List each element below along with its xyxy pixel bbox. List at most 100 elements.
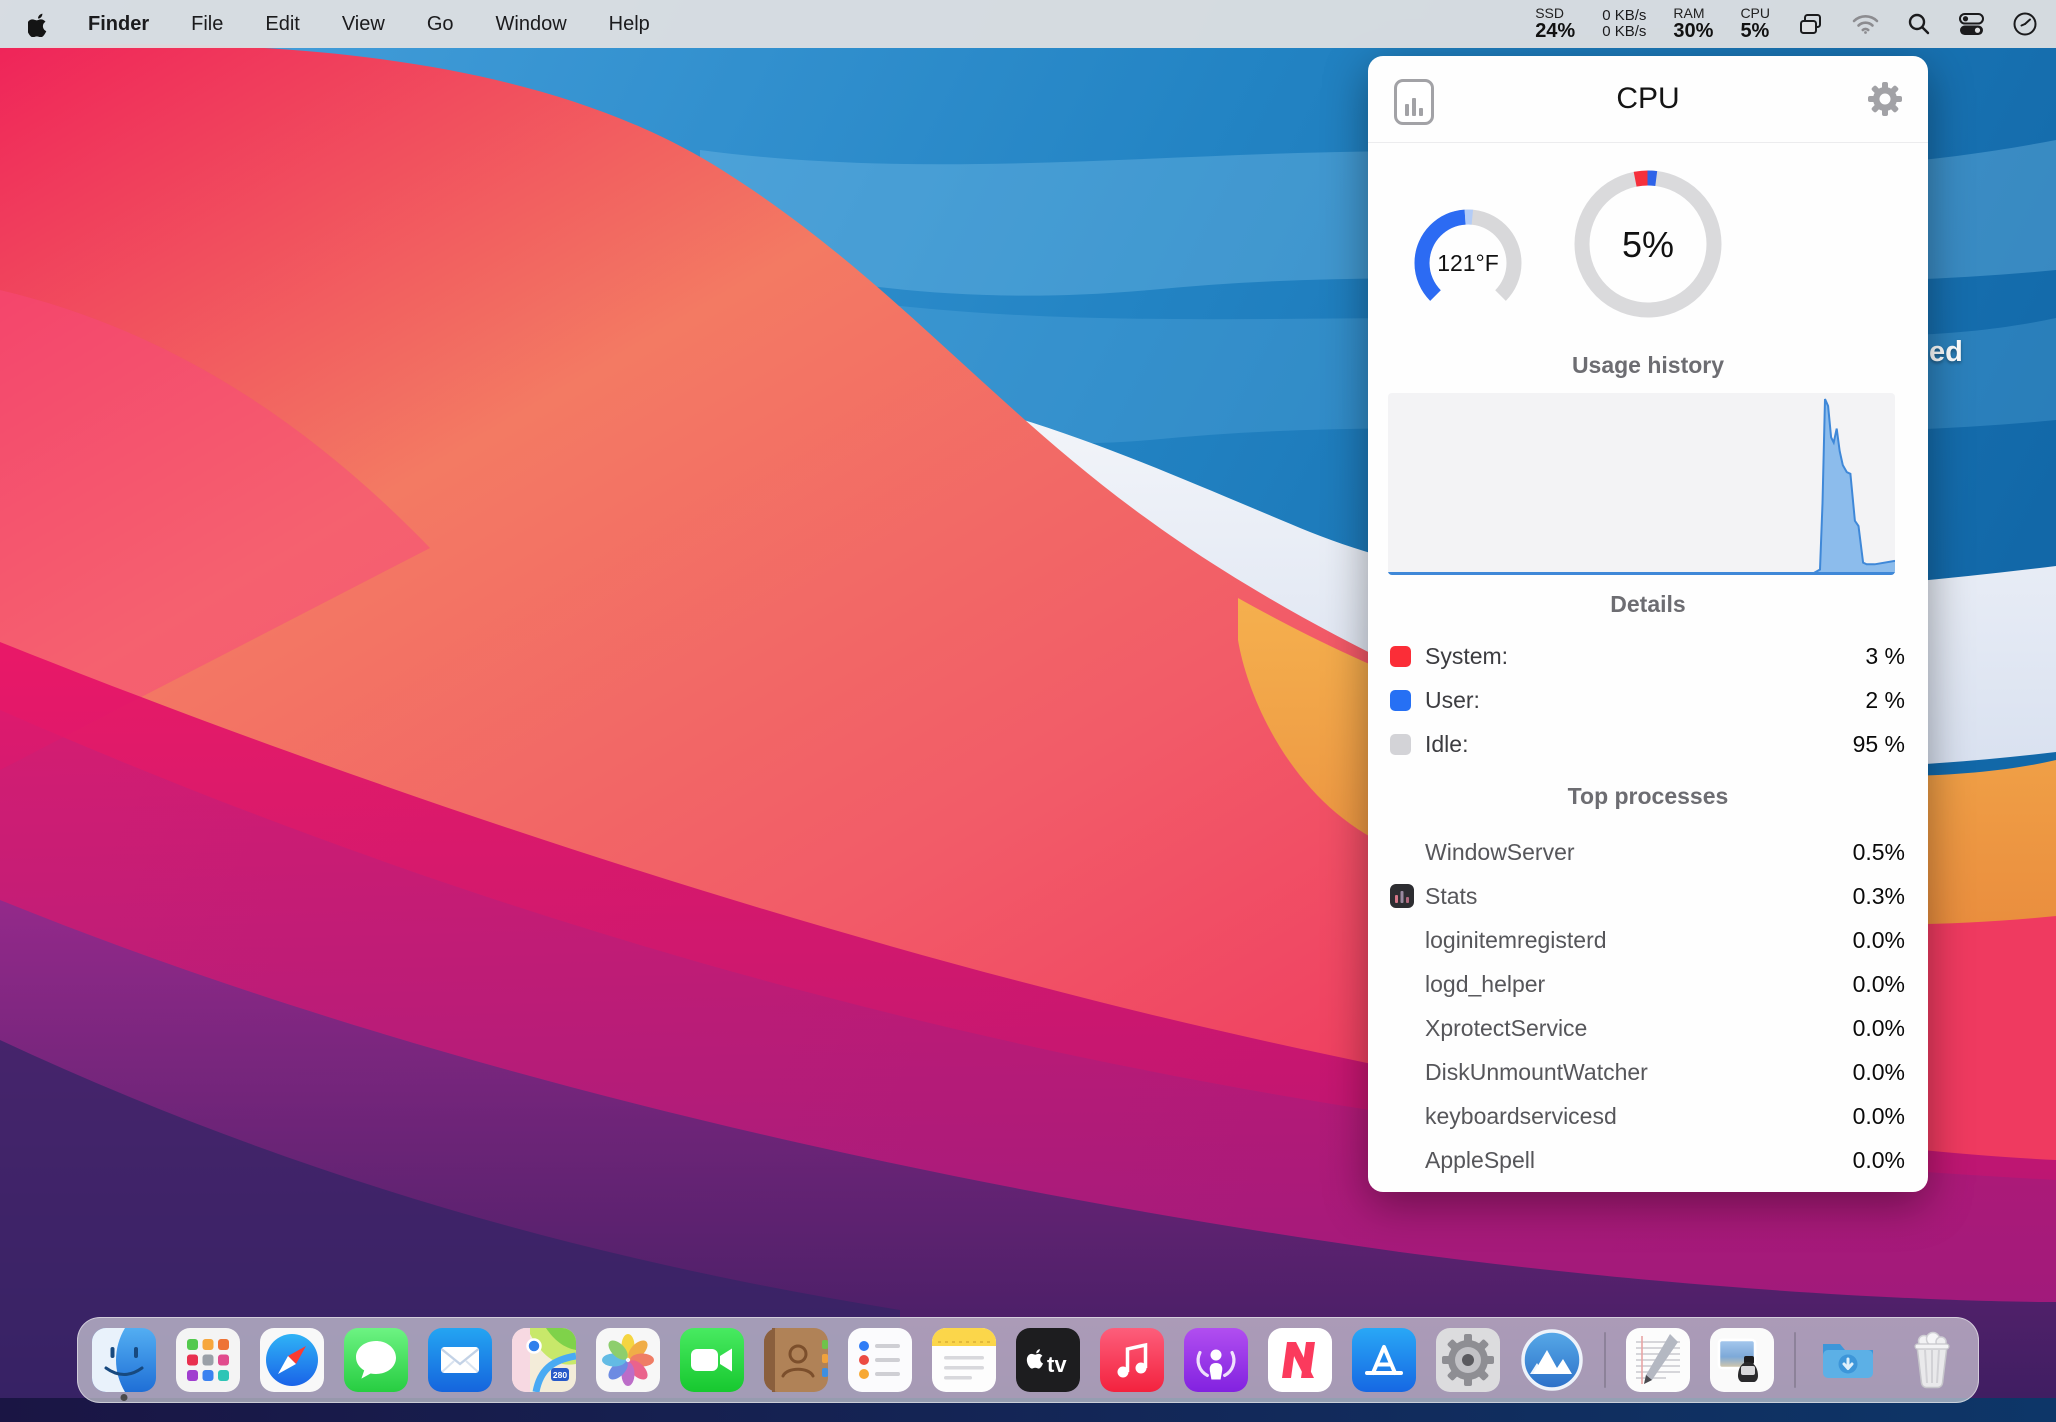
usage-area bbox=[1388, 399, 1895, 573]
dock-item-preview[interactable] bbox=[1710, 1328, 1774, 1392]
ssd-label: SSD bbox=[1535, 6, 1575, 21]
detail-value: 95 % bbox=[1853, 731, 1905, 758]
detail-value: 3 % bbox=[1865, 643, 1905, 670]
dock-item-safari[interactable] bbox=[260, 1328, 324, 1392]
menu-file[interactable]: File bbox=[170, 13, 244, 36]
dock-item-downloads[interactable] bbox=[1816, 1328, 1880, 1392]
cpu-status[interactable]: CPU 5% bbox=[1740, 6, 1770, 42]
details-list: System: 3 % User: 2 % Idle: 95 % bbox=[1368, 634, 1928, 766]
menu-view[interactable]: View bbox=[321, 13, 406, 36]
stats-app-icon bbox=[1390, 884, 1414, 908]
process-name: keyboardservicesd bbox=[1425, 1103, 1617, 1130]
detail-row-user: User: 2 % bbox=[1368, 678, 1928, 722]
dock-item-podcasts[interactable] bbox=[1184, 1328, 1248, 1392]
network-status[interactable]: 0 KB/s 0 KB/s bbox=[1602, 8, 1646, 40]
details-title: Details bbox=[1368, 591, 1928, 618]
app-menus: Finder File Edit View Go Window Help bbox=[67, 13, 671, 36]
menu-bar: Finder File Edit View Go Window Help SSD… bbox=[0, 0, 2056, 48]
user-legend-swatch bbox=[1390, 690, 1411, 711]
process-value: 0.3% bbox=[1853, 883, 1905, 910]
dock-item-news[interactable] bbox=[1268, 1328, 1332, 1392]
dock-item-trash[interactable] bbox=[1900, 1328, 1964, 1392]
wifi-icon[interactable] bbox=[1851, 12, 1880, 36]
dock-item-mail[interactable] bbox=[428, 1328, 492, 1392]
usage-history-chart-svg bbox=[1388, 393, 1895, 575]
process-row: Stats 0.3% bbox=[1368, 874, 1928, 918]
dock-item-maps[interactable]: 280 bbox=[512, 1328, 576, 1392]
process-value: 0.0% bbox=[1853, 1103, 1905, 1130]
detail-value: 2 % bbox=[1865, 687, 1905, 714]
usage-percent-value: 5% bbox=[1622, 224, 1674, 265]
detail-row-system: System: 3 % bbox=[1368, 634, 1928, 678]
process-name: AppleSpell bbox=[1425, 1147, 1535, 1174]
dock-item-tv[interactable]: tv bbox=[1016, 1328, 1080, 1392]
process-row: AppleSpell 0.0% bbox=[1368, 1138, 1928, 1182]
ram-value: 30% bbox=[1673, 21, 1713, 42]
idle-legend-swatch bbox=[1390, 734, 1411, 755]
cpu-value: 5% bbox=[1740, 21, 1770, 42]
control-center-icon[interactable] bbox=[1958, 12, 1985, 37]
dock-item-facetime[interactable] bbox=[680, 1328, 744, 1392]
process-name: XprotectService bbox=[1425, 1015, 1587, 1042]
process-row: WindowServer 0.5% bbox=[1368, 830, 1928, 874]
dock-item-app-store[interactable] bbox=[1352, 1328, 1416, 1392]
menu-window[interactable]: Window bbox=[475, 13, 588, 36]
spotlight-search-icon[interactable] bbox=[1907, 12, 1931, 36]
process-name: DiskUnmountWatcher bbox=[1425, 1059, 1648, 1086]
net-up-value: 0 KB/s bbox=[1602, 8, 1646, 24]
top-processes-title: Top processes bbox=[1368, 783, 1928, 810]
process-row: XprotectService 0.0% bbox=[1368, 1006, 1928, 1050]
dock-item-notes[interactable] bbox=[932, 1328, 996, 1392]
usage-history-title: Usage history bbox=[1368, 352, 1928, 379]
dock-divider bbox=[1604, 1332, 1606, 1388]
dock-item-reminders[interactable] bbox=[848, 1328, 912, 1392]
process-value: 0.5% bbox=[1853, 839, 1905, 866]
net-down-value: 0 KB/s bbox=[1602, 24, 1646, 40]
panel-title: CPU bbox=[1368, 56, 1928, 142]
stats-cpu-popover: CPU 121°F bbox=[1368, 56, 1928, 1192]
dock-item-music[interactable] bbox=[1100, 1328, 1164, 1392]
dock-divider bbox=[1794, 1332, 1796, 1388]
ram-status[interactable]: RAM 30% bbox=[1673, 6, 1713, 42]
settings-gear-icon[interactable] bbox=[1866, 80, 1904, 118]
dock-item-mountain-app[interactable] bbox=[1520, 1328, 1584, 1392]
menu-bar-status: SSD 24% 0 KB/s 0 KB/s RAM 30% CPU 5% bbox=[1535, 6, 2056, 42]
detail-row-idle: Idle: 95 % bbox=[1368, 722, 1928, 766]
process-row: DiskUnmountWatcher 0.0% bbox=[1368, 1050, 1928, 1094]
header-divider bbox=[1368, 142, 1928, 143]
menu-edit[interactable]: Edit bbox=[244, 13, 320, 36]
dock-item-system-preferences[interactable] bbox=[1436, 1328, 1500, 1392]
menu-go[interactable]: Go bbox=[406, 13, 475, 36]
process-row: keyboardservicesd 0.0% bbox=[1368, 1094, 1928, 1138]
usage-history-chart bbox=[1388, 393, 1895, 575]
system-legend-swatch bbox=[1390, 646, 1411, 667]
process-row: loginitemregisterd 0.0% bbox=[1368, 918, 1928, 962]
process-name: Stats bbox=[1425, 883, 1477, 910]
dock-item-messages[interactable] bbox=[344, 1328, 408, 1392]
menu-help[interactable]: Help bbox=[588, 13, 671, 36]
ssd-status[interactable]: SSD 24% bbox=[1535, 6, 1575, 42]
temperature-gauge: 121°F bbox=[1411, 206, 1525, 320]
dock-item-finder[interactable] bbox=[92, 1328, 156, 1392]
apple-menu-icon[interactable] bbox=[28, 12, 49, 37]
desktop-partial-label: ed bbox=[1929, 336, 1963, 369]
dock-item-launchpad[interactable] bbox=[176, 1328, 240, 1392]
running-indicator bbox=[121, 1394, 128, 1401]
dock-item-contacts[interactable] bbox=[764, 1328, 828, 1392]
screen-mirroring-icon[interactable] bbox=[1797, 11, 1824, 38]
menu-finder[interactable]: Finder bbox=[67, 13, 170, 36]
clock-icon[interactable] bbox=[2012, 11, 2038, 37]
panel-header: CPU bbox=[1368, 56, 1928, 142]
temperature-value: 121°F bbox=[1437, 250, 1499, 276]
svg-text:280: 280 bbox=[553, 1370, 567, 1380]
ssd-value: 24% bbox=[1535, 21, 1575, 42]
ram-label: RAM bbox=[1673, 6, 1713, 21]
dock-item-photos[interactable] bbox=[596, 1328, 660, 1392]
process-row: logd_helper 0.0% bbox=[1368, 962, 1928, 1006]
process-name: WindowServer bbox=[1425, 839, 1575, 866]
process-value: 0.0% bbox=[1853, 1147, 1905, 1174]
dock-item-textedit[interactable] bbox=[1626, 1328, 1690, 1392]
detail-label: System: bbox=[1425, 643, 1508, 670]
process-value: 0.0% bbox=[1853, 927, 1905, 954]
process-value: 0.0% bbox=[1853, 971, 1905, 998]
